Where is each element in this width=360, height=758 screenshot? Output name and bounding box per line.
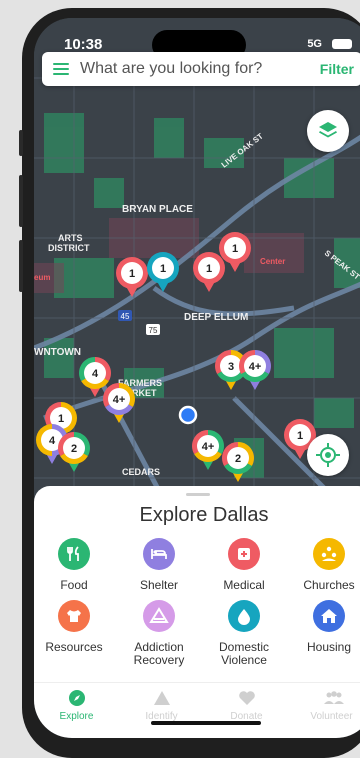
search-input[interactable]: What are you looking for? <box>80 60 262 78</box>
sheet-drag-handle[interactable] <box>186 493 210 496</box>
category-addiction-recovery-label: Addiction Recovery <box>133 640 185 667</box>
people-icon <box>323 689 344 707</box>
status-time: 10:38 <box>64 36 103 53</box>
sheet-title: Explore Dallas <box>139 504 269 526</box>
map-label-center: Center <box>260 257 285 266</box>
category-churches-label: Churches <box>303 578 355 592</box>
category-medical-circle <box>228 538 260 570</box>
user-location-dot <box>178 405 198 425</box>
phone-side-button <box>19 130 23 156</box>
map-pin-count: 4+ <box>202 441 215 453</box>
category-resources[interactable]: Resources <box>34 600 114 654</box>
triangle-icon <box>153 689 171 707</box>
search-bar[interactable]: What are you looking for? Filter <box>42 52 360 86</box>
category-food-label: Food <box>60 578 88 592</box>
category-housing[interactable]: Housing <box>289 600 360 654</box>
tab-explore-label: Explore <box>59 711 94 722</box>
category-domestic-violence-label: Domestic Violence <box>218 640 269 667</box>
bed-icon <box>151 549 167 559</box>
category-resources-circle <box>58 600 90 632</box>
house-icon <box>321 609 337 623</box>
category-churches-circle <box>313 538 345 570</box>
layers-button[interactable] <box>307 110 349 152</box>
people-group-icon <box>321 546 337 561</box>
tab-volunteer-label: Volunteer <box>310 711 353 722</box>
fork-knife-icon <box>67 546 79 561</box>
map-pin-count: 4 <box>49 435 56 447</box>
map-pin-count: 4 <box>92 368 99 380</box>
map-label-district: DISTRICT <box>48 243 90 253</box>
map-pin-count: 1 <box>160 263 166 275</box>
triangle-icon <box>149 607 169 623</box>
bottom-sheet: Explore Dallas Food Shelter Medical Chur… <box>34 486 360 738</box>
map-pin-count: 1 <box>232 243 238 255</box>
phone-volume-up-button <box>19 175 23 227</box>
network-indicator: 5G <box>307 38 322 50</box>
category-medical[interactable]: Medical <box>204 538 284 592</box>
map-label-cedars: CEDARS <box>122 467 160 477</box>
tab-bar: Explore Identify Donate Volunteer <box>34 682 360 738</box>
water-drop-icon <box>238 609 250 625</box>
map-pin-count: 1 <box>297 430 303 442</box>
heart-icon <box>238 689 256 707</box>
tab-explore[interactable]: Explore <box>34 689 119 722</box>
map-label-bryan-place: BRYAN PLACE <box>122 204 193 215</box>
app-screen: BRYAN PLACE ARTS DISTRICT DEEP ELLUM WNT… <box>34 18 360 738</box>
crosshair-icon <box>316 443 340 467</box>
highway-shield-45: 45 <box>118 310 132 321</box>
map-label-arts: ARTS <box>58 233 83 243</box>
category-shelter[interactable]: Shelter <box>119 538 199 592</box>
shirt-icon <box>67 610 81 622</box>
highway-shield-75: 75 <box>146 324 160 335</box>
category-resources-label: Resources <box>45 640 103 654</box>
category-food[interactable]: Food <box>34 538 114 592</box>
layers-icon <box>319 122 337 138</box>
tab-volunteer[interactable]: Volunteer <box>289 689 360 722</box>
category-housing-circle <box>313 600 345 632</box>
map-pin-count: 4+ <box>249 361 262 373</box>
category-addiction-recovery[interactable]: Addiction Recovery <box>119 600 199 667</box>
my-location-button[interactable] <box>307 434 349 476</box>
tab-donate[interactable]: Donate <box>204 689 289 722</box>
map-pin-count: 1 <box>206 263 212 275</box>
map-pin-count: 1 <box>129 268 135 280</box>
home-indicator <box>151 721 261 725</box>
map-pin-count: 4+ <box>113 394 126 406</box>
category-shelter-circle <box>143 538 175 570</box>
phone-volume-down-button <box>19 240 23 292</box>
category-churches[interactable]: Churches <box>289 538 360 592</box>
battery-icon <box>332 39 352 49</box>
category-housing-label: Housing <box>306 640 352 654</box>
highway-shield-45-label: 45 <box>121 312 130 321</box>
map-pin-count: 2 <box>71 443 77 455</box>
tab-identify[interactable]: Identify <box>119 689 204 722</box>
filter-button[interactable]: Filter <box>320 61 354 77</box>
category-food-circle <box>58 538 90 570</box>
map-label-deep-ellum: DEEP ELLUM <box>184 312 248 323</box>
medical-cross-icon <box>238 548 250 560</box>
category-domestic-violence-circle <box>228 600 260 632</box>
menu-icon[interactable] <box>53 63 69 75</box>
map-label-downtown: WNTOWN <box>34 347 81 358</box>
map-label-museum: eum <box>34 273 50 282</box>
category-shelter-label: Shelter <box>139 578 179 592</box>
compass-icon <box>68 689 86 707</box>
category-domestic-violence[interactable]: Domestic Violence <box>204 600 284 667</box>
category-medical-label: Medical <box>223 578 265 592</box>
highway-shield-75-label: 75 <box>149 326 158 335</box>
category-addiction-recovery-circle <box>143 600 175 632</box>
map-pin-count: 2 <box>235 453 241 465</box>
map-pin-count: 3 <box>228 361 234 373</box>
map-pin-count: 1 <box>58 413 64 425</box>
